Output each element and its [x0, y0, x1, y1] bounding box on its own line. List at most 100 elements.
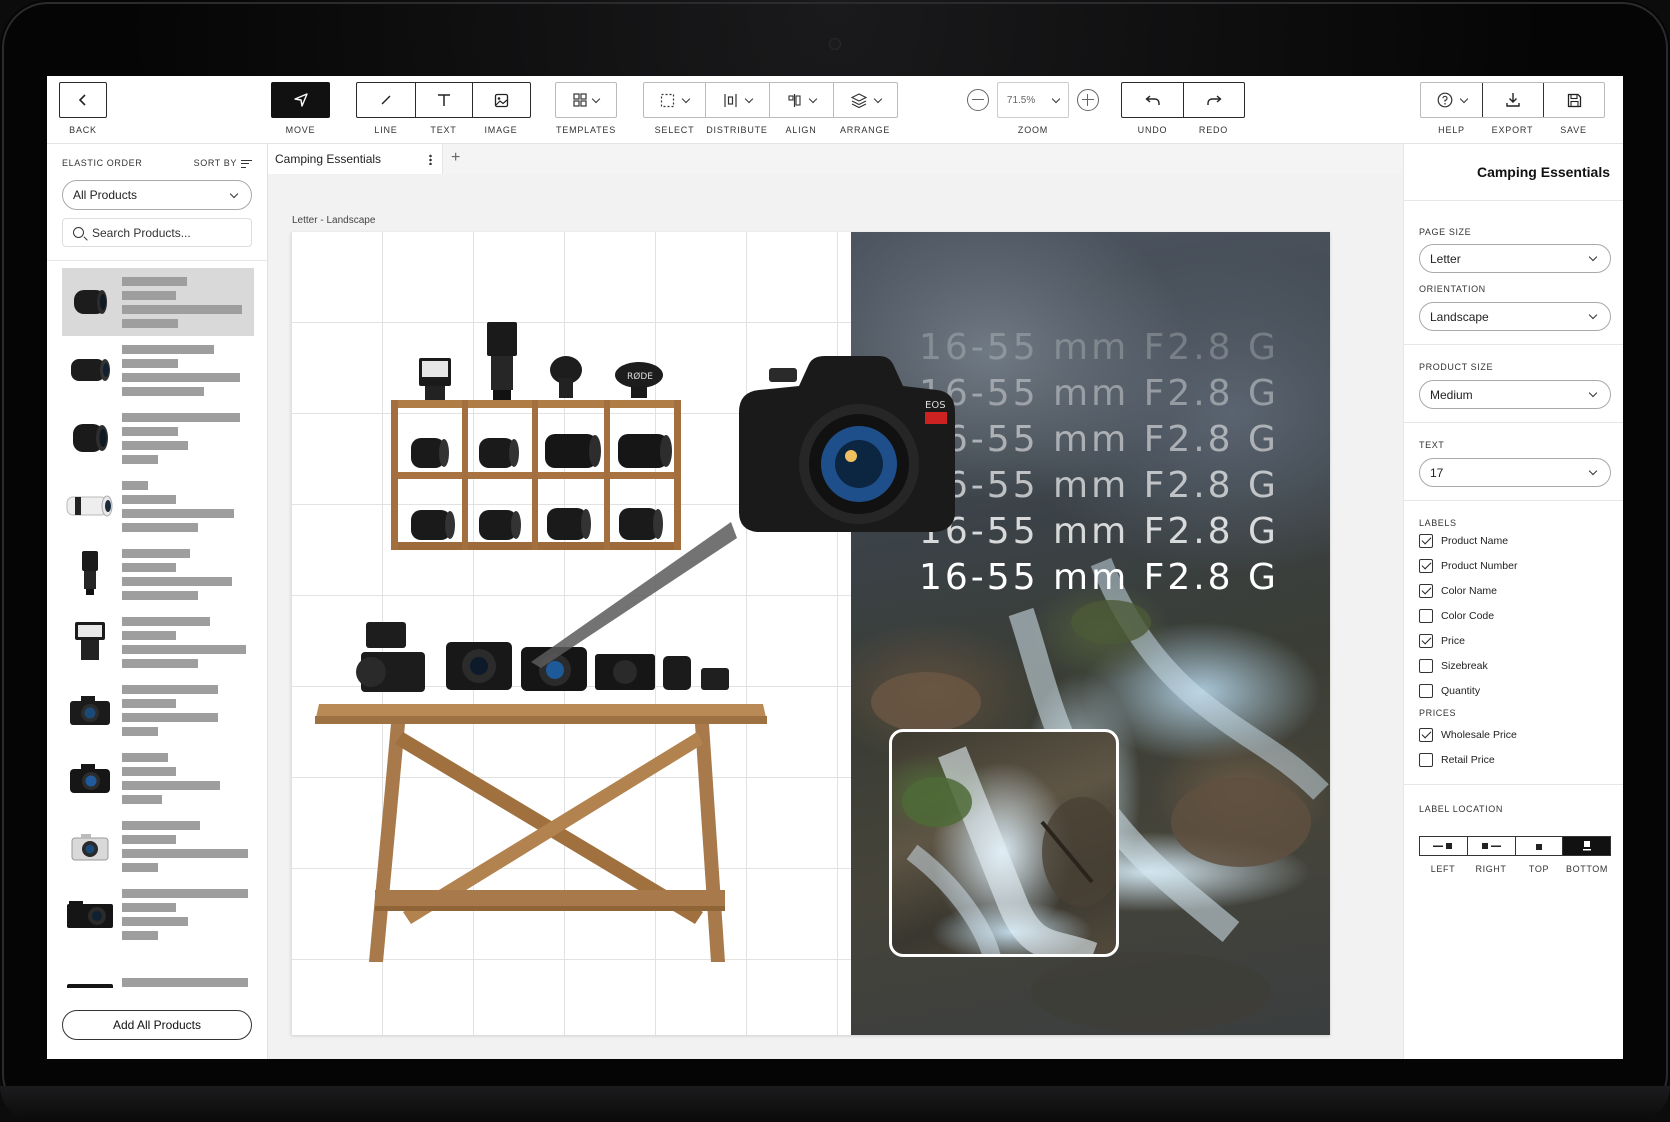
checkbox[interactable]: [1419, 634, 1433, 648]
redo-button[interactable]: [1183, 83, 1244, 117]
chevron-down-icon: [1588, 252, 1598, 262]
draw-tools: LINE TEXT IMAGE: [356, 82, 531, 135]
product-item[interactable]: [62, 744, 254, 812]
label-option-product-number[interactable]: Product Number: [1419, 559, 1517, 573]
label-location-top-button[interactable]: [1514, 837, 1563, 855]
move-button[interactable]: [271, 82, 330, 118]
text-size-select[interactable]: 17: [1419, 458, 1611, 487]
svg-text:RØDE: RØDE: [627, 371, 653, 382]
product-search-input[interactable]: Search Products...: [62, 218, 252, 247]
lens-caption-text[interactable]: 16-55 mm F2.8 G: [919, 419, 1279, 460]
label-right-icon: [1482, 843, 1502, 849]
layout-tools-labels: SELECT DISTRIBUTE ALIGN ARRANGE: [644, 125, 897, 135]
checkbox[interactable]: [1419, 753, 1433, 767]
product-item[interactable]: [62, 676, 254, 744]
lens-caption-text[interactable]: 16-55 mm F2.8 G: [919, 373, 1279, 414]
elastic-order-label: ELASTIC ORDER: [62, 158, 143, 168]
undo-button[interactable]: [1122, 83, 1183, 117]
checkbox[interactable]: [1419, 559, 1433, 573]
line-icon: [381, 95, 391, 105]
label-location-bottom-button[interactable]: [1562, 837, 1610, 855]
checkbox[interactable]: [1419, 728, 1433, 742]
product-item[interactable]: [62, 608, 254, 676]
layers-icon: [850, 92, 867, 108]
line-label: LINE: [374, 125, 398, 135]
product-item[interactable]: [62, 948, 254, 988]
product-filter-select[interactable]: All Products: [62, 180, 252, 210]
lens-caption-text[interactable]: 16-55 mm F2.8 G: [919, 465, 1279, 506]
product-size-select[interactable]: Medium: [1419, 380, 1611, 409]
product-item[interactable]: [62, 540, 254, 608]
select-button[interactable]: [644, 83, 705, 117]
label-option-color-name[interactable]: Color Name: [1419, 584, 1497, 598]
label-option-color-code[interactable]: Color Code: [1419, 609, 1494, 623]
page-size-select[interactable]: Letter: [1419, 244, 1611, 273]
lens-caption-text[interactable]: 16-55 mm F2.8 G: [919, 511, 1279, 552]
draw-tools-labels: LINE TEXT IMAGE: [357, 125, 530, 135]
lens-caption-text[interactable]: 16-55 mm F2.8 G: [919, 557, 1279, 598]
sort-by-button[interactable]: SORT BY: [194, 158, 252, 168]
checkbox[interactable]: [1419, 684, 1433, 698]
price-option-retail[interactable]: Retail Price: [1419, 753, 1495, 767]
back-button[interactable]: [59, 82, 107, 118]
product-item[interactable]: [62, 812, 254, 880]
product-item[interactable]: [62, 472, 254, 540]
label-location-right-button[interactable]: [1466, 837, 1515, 855]
layout-tools: SELECT DISTRIBUTE ALIGN ARRANGE: [643, 82, 898, 135]
zoom-value: 71.5%: [1006, 94, 1036, 106]
chevron-down-icon: [1051, 94, 1061, 103]
waterfall-inset-image[interactable]: [889, 729, 1119, 957]
image-button[interactable]: [472, 83, 530, 117]
save-label: SAVE: [1560, 125, 1587, 135]
help-button[interactable]: [1421, 83, 1482, 117]
prices-section-label: PRICES: [1419, 708, 1457, 718]
align-button[interactable]: [769, 83, 833, 117]
document-tab-label: Camping Essentials: [275, 152, 382, 166]
label-bottom-icon: [1582, 841, 1591, 851]
product-item[interactable]: [62, 880, 254, 948]
page-canvas[interactable]: 16-55 mm F2.8 G 16-55 mm F2.8 G 16-55 mm…: [291, 232, 1330, 1035]
kebab-menu-icon[interactable]: [429, 153, 432, 165]
arrange-button[interactable]: [833, 83, 897, 117]
label-option-price[interactable]: Price: [1419, 634, 1465, 648]
distribute-button[interactable]: [705, 83, 769, 117]
properties-title: Camping Essentials: [1476, 164, 1610, 180]
product-item[interactable]: [62, 336, 254, 404]
label-location-left-button[interactable]: [1420, 837, 1467, 855]
product-size-label: PRODUCT SIZE: [1419, 362, 1494, 372]
cursor-arrow-icon: [293, 93, 308, 107]
export-label: EXPORT: [1491, 125, 1534, 135]
text-button[interactable]: [415, 83, 472, 117]
label-option-quantity[interactable]: Quantity: [1419, 684, 1480, 698]
checkbox[interactable]: [1419, 609, 1433, 623]
add-all-products-button[interactable]: Add All Products: [62, 1010, 252, 1040]
text-size-label: TEXT: [1419, 440, 1445, 450]
label-option-sizebreak[interactable]: Sizebreak: [1419, 659, 1488, 673]
price-option-wholesale[interactable]: Wholesale Price: [1419, 728, 1517, 742]
checkbox-label: Color Name: [1441, 585, 1498, 597]
zoom-select[interactable]: 71.5%: [997, 82, 1069, 118]
hero-camera-product[interactable]: EOS: [729, 352, 964, 542]
chevron-down-icon: [229, 189, 239, 198]
zoom-out-icon[interactable]: [967, 89, 989, 111]
checkbox-label: Retail Price: [1441, 754, 1495, 766]
line-button[interactable]: [357, 83, 415, 117]
product-info-placeholder: [118, 276, 254, 328]
save-button[interactable]: [1543, 83, 1604, 117]
add-tab-button[interactable]: +: [451, 149, 460, 167]
product-thumbnail: [62, 818, 118, 874]
divider: [1404, 784, 1623, 785]
zoom-in-icon[interactable]: [1077, 89, 1099, 111]
product-item[interactable]: [62, 404, 254, 472]
document-tab[interactable]: Camping Essentials: [268, 144, 443, 174]
lens-caption-text[interactable]: 16-55 mm F2.8 G: [919, 327, 1279, 368]
checkbox[interactable]: [1419, 584, 1433, 598]
align-icon: [788, 93, 801, 107]
orientation-select[interactable]: Landscape: [1419, 302, 1611, 331]
templates-button[interactable]: [555, 82, 617, 118]
label-option-product-name[interactable]: Product Name: [1419, 534, 1508, 548]
checkbox[interactable]: [1419, 659, 1433, 673]
product-item[interactable]: [62, 268, 254, 336]
checkbox[interactable]: [1419, 534, 1433, 548]
export-button[interactable]: [1482, 83, 1543, 117]
